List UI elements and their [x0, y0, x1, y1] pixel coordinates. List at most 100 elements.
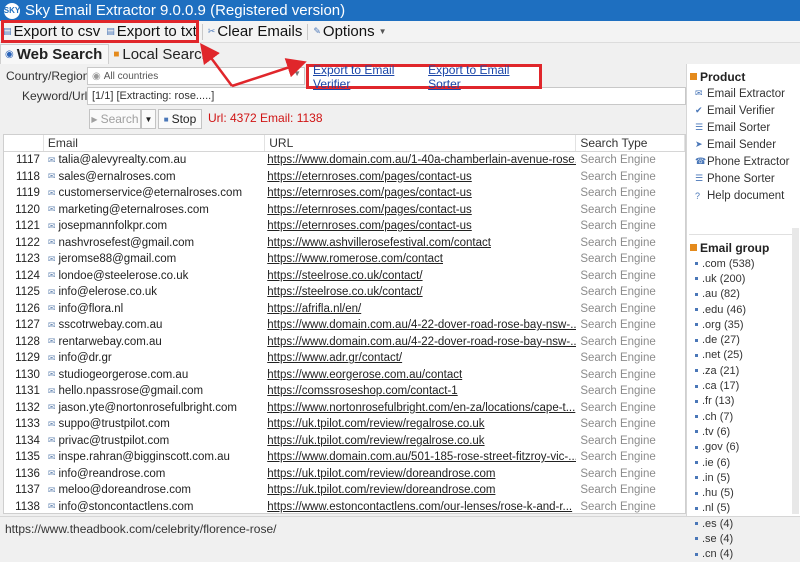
url-cell[interactable]: https://www.adr.gr/contact/ — [265, 352, 576, 364]
table-row[interactable]: 1133 ✉ suppo@trustpilot.com https://uk.tpil… — [4, 416, 685, 433]
table-row[interactable]: 1138 ✉ info@stoncontactlens.com https://www… — [4, 499, 685, 514]
table-row[interactable]: 1137 ✉ meloo@doreandrose.com https://uk.tpi… — [4, 482, 685, 499]
url-cell[interactable]: https://www.ashvillerosefestival.com/con… — [265, 237, 576, 249]
column-header-email[interactable]: Email — [44, 135, 266, 151]
results-grid[interactable]: Email URL Search Type 1117 ✉ talia@alevyre… — [3, 134, 686, 514]
url-cell[interactable]: https://uk.tpilot.com/review/regalrose.c… — [265, 435, 576, 447]
product-item[interactable]: ? Help document — [687, 187, 800, 204]
table-row[interactable]: 1132 ✉ jason.yte@nortonrosefulbright.com ht… — [4, 400, 685, 417]
column-header-url[interactable]: URL — [265, 135, 577, 151]
table-row[interactable]: 1128 ✉ rentarwebay.com.au https://www.domai… — [4, 334, 685, 351]
product-item[interactable]: ✔ Email Verifier — [687, 102, 800, 119]
email-cell[interactable]: ✉ jeromse88@gmail.com — [44, 253, 265, 265]
export-csv-button[interactable]: ▤ Export to csv — [0, 22, 103, 42]
email-cell[interactable]: ✉ privac@trustpilot.com — [44, 435, 265, 447]
email-group-item[interactable]: .tv (6) — [687, 424, 800, 439]
email-cell[interactable]: ✉ sscotrwebay.com.au — [44, 319, 265, 331]
column-header-search-type[interactable]: Search Type — [576, 135, 685, 151]
email-group-item[interactable]: .ca (17) — [687, 378, 800, 393]
stop-button[interactable]: ■ Stop — [158, 109, 202, 129]
url-cell[interactable]: https://steelrose.co.uk/contact/ — [265, 286, 576, 298]
email-cell[interactable]: ✉ rentarwebay.com.au — [44, 336, 265, 348]
email-group-item[interactable]: .net (25) — [687, 348, 800, 363]
email-group-item[interactable]: .com (538) — [687, 256, 800, 271]
email-group-item[interactable]: .ch (7) — [687, 409, 800, 424]
url-cell[interactable]: https://eternroses.com/pages/contact-us — [265, 187, 576, 199]
email-group-item[interactable]: .nl (5) — [687, 501, 800, 516]
country-select[interactable]: ◉ All countries ▼ — [87, 67, 305, 85]
table-row[interactable]: 1135 ✉ inspe.rahran@bigginscott.com.au http… — [4, 449, 685, 466]
table-row[interactable]: 1118 ✉ sales@ernalroses.com https://eternro… — [4, 169, 685, 186]
email-group-item[interactable]: .hu (5) — [687, 485, 800, 500]
search-button[interactable]: ▶ Search — [89, 109, 141, 129]
table-row[interactable]: 1123 ✉ jeromse88@gmail.com https://www.rome… — [4, 251, 685, 268]
email-cell[interactable]: ✉ nashvrosefest@gmail.com — [44, 237, 265, 249]
url-cell[interactable]: https://www.domain.com.au/4-22-dover-roa… — [265, 319, 576, 331]
email-cell[interactable]: ✉ marketing@eternalroses.com — [44, 204, 265, 216]
url-cell[interactable]: https://www.domain.com.au/4-22-dover-roa… — [265, 336, 576, 348]
url-cell[interactable]: https://comssroseshop.com/contact-1 — [265, 385, 576, 397]
email-cell[interactable]: ✉ sales@ernalroses.com — [44, 171, 265, 183]
email-cell[interactable]: ✉ suppo@trustpilot.com — [44, 418, 265, 430]
email-cell[interactable]: ✉ studiogeorgerose.com.au — [44, 369, 265, 381]
export-to-email-sorter-link[interactable]: Export to Email Sorter — [428, 63, 534, 91]
url-cell[interactable]: https://www.nortonrosefulbright.com/en-z… — [265, 402, 576, 414]
table-row[interactable]: 1117 ✉ talia@alevyrealty.com.au https://www… — [4, 152, 685, 169]
email-cell[interactable]: ✉ meloo@doreandrose.com — [44, 484, 265, 496]
url-cell[interactable]: https://www.eorgerose.com.au/contact — [265, 369, 576, 381]
email-group-item[interactable]: .fr (13) — [687, 394, 800, 409]
product-item[interactable]: ➤ Email Sender — [687, 136, 800, 153]
options-button[interactable]: ✎ Options ▼ — [310, 22, 389, 42]
url-cell[interactable]: https://www.domain.com.au/1-40a-chamberl… — [265, 154, 576, 166]
url-cell[interactable]: https://www.romerose.com/contact — [265, 253, 576, 265]
tab-local-search[interactable]: ■ Local Search — [109, 44, 216, 64]
table-row[interactable]: 1125 ✉ info@elerose.co.uk https://steelrose… — [4, 284, 685, 301]
email-group-item[interactable]: .org (35) — [687, 317, 800, 332]
table-row[interactable]: 1127 ✉ sscotrwebay.com.au https://www.domai… — [4, 317, 685, 334]
url-cell[interactable]: https://steelrose.co.uk/contact/ — [265, 270, 576, 282]
product-item[interactable]: ☰ Phone Sorter — [687, 170, 800, 187]
url-cell[interactable]: https://eternroses.com/pages/contact-us — [265, 171, 576, 183]
email-cell[interactable]: ✉ info@elerose.co.uk — [44, 286, 265, 298]
url-cell[interactable]: https://eternroses.com/pages/contact-us — [265, 220, 576, 232]
table-row[interactable]: 1131 ✉ hello.npassrose@gmail.com https://co… — [4, 383, 685, 400]
email-cell[interactable]: ✉ londoe@steelerose.co.uk — [44, 270, 265, 282]
url-cell[interactable]: https://eternroses.com/pages/contact-us — [265, 204, 576, 216]
url-cell[interactable]: https://uk.tpilot.com/review/doreandrose… — [265, 468, 576, 480]
email-cell[interactable]: ✉ info@stoncontactlens.com — [44, 501, 265, 513]
email-group-item[interactable]: .se (4) — [687, 531, 800, 546]
email-group-item[interactable]: .ie (6) — [687, 455, 800, 470]
email-group-item[interactable]: .edu (46) — [687, 302, 800, 317]
table-row[interactable]: 1124 ✉ londoe@steelerose.co.uk https://stee… — [4, 268, 685, 285]
export-to-email-verifier-link[interactable]: Export to Email Verifier — [313, 63, 423, 91]
url-cell[interactable]: https://www.domain.com.au/501-185-rose-s… — [265, 451, 576, 463]
url-cell[interactable]: https://www.estoncontactlens.com/our-len… — [265, 501, 576, 513]
url-cell[interactable]: https://afrifla.nl/en/ — [265, 303, 576, 315]
table-row[interactable]: 1126 ✉ info@flora.nl https://afrifla.nl/en/… — [4, 301, 685, 318]
table-row[interactable]: 1129 ✉ info@dr.gr https://www.adr.gr/contac… — [4, 350, 685, 367]
email-group-item[interactable]: .gov (6) — [687, 440, 800, 455]
email-cell[interactable]: ✉ josepmannfolkpr.com — [44, 220, 265, 232]
email-cell[interactable]: ✉ customerservice@eternalroses.com — [44, 187, 265, 199]
email-cell[interactable]: ✉ info@reandrose.com — [44, 468, 265, 480]
email-cell[interactable]: ✉ jason.yte@nortonrosefulbright.com — [44, 402, 265, 414]
email-group-item[interactable]: .uk (200) — [687, 271, 800, 286]
url-cell[interactable]: https://uk.tpilot.com/review/regalrose.c… — [265, 418, 576, 430]
table-row[interactable]: 1136 ✉ info@reandrose.com https://uk.tpilot… — [4, 466, 685, 483]
export-txt-button[interactable]: ▤ Export to txt — [103, 22, 200, 42]
email-group-scrollbar[interactable] — [792, 228, 799, 514]
product-item[interactable]: ☰ Email Sorter — [687, 119, 800, 136]
product-item[interactable]: ☎ Phone Extractor — [687, 153, 800, 170]
url-cell[interactable]: https://uk.tpilot.com/review/doreandrose… — [265, 484, 576, 496]
product-item[interactable]: ✉ Email Extractor — [687, 85, 800, 102]
email-cell[interactable]: ✉ talia@alevyrealty.com.au — [44, 154, 265, 166]
table-row[interactable]: 1120 ✉ marketing@eternalroses.com https://e… — [4, 202, 685, 219]
tab-web-search[interactable]: ◉ Web Search — [0, 44, 110, 64]
email-cell[interactable]: ✉ info@dr.gr — [44, 352, 265, 364]
email-group-item[interactable]: .es (4) — [687, 516, 800, 531]
email-group-item[interactable]: .cn (4) — [687, 547, 800, 562]
table-row[interactable]: 1134 ✉ privac@trustpilot.com https://uk.tpi… — [4, 433, 685, 450]
email-group-item[interactable]: .au (82) — [687, 287, 800, 302]
email-group-item[interactable]: .in (5) — [687, 470, 800, 485]
email-cell[interactable]: ✉ info@flora.nl — [44, 303, 265, 315]
